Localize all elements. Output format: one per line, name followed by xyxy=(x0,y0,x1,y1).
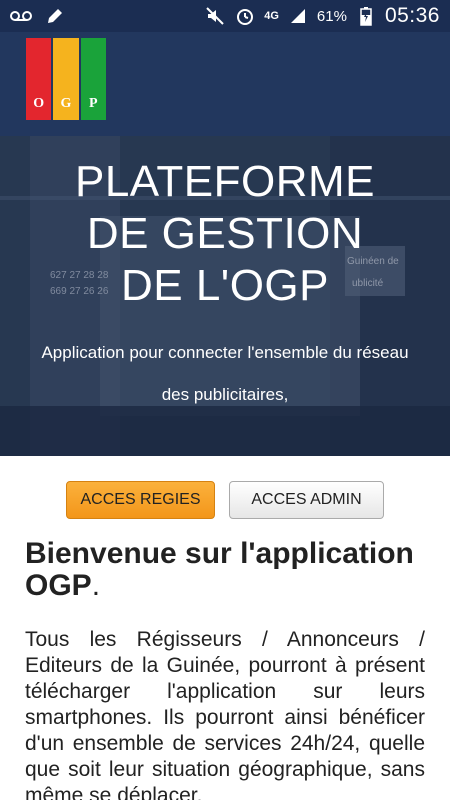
mute-icon xyxy=(204,5,226,27)
logo-letter-p: P xyxy=(89,96,98,111)
welcome-heading-text: Bienvenue sur l'application OGP xyxy=(25,537,414,602)
intro-paragraph: Tous les Régisseurs / Annonceurs / Edite… xyxy=(25,628,425,800)
alarm-icon xyxy=(234,5,256,27)
access-buttons: ACCES REGIES ACCES ADMIN xyxy=(0,481,450,519)
logo-letter-o: O xyxy=(33,96,45,111)
hero-title-line-2: DE GESTION xyxy=(86,209,364,258)
logo-bar-yellow: G xyxy=(53,38,79,120)
network-type: 4G xyxy=(264,10,279,22)
pencil-icon xyxy=(44,5,66,27)
logo-letter-g: G xyxy=(60,96,72,111)
logo-bar-red: O xyxy=(26,38,52,120)
battery-percent: 61% xyxy=(316,7,347,25)
clock: 05:36 xyxy=(384,4,440,27)
battery-charging-icon xyxy=(355,5,377,27)
signal-icon xyxy=(287,5,309,27)
hero-subtitle: Application pour connecter l'ensemble du… xyxy=(0,332,450,416)
hero-title-line-3: DE L'OGP xyxy=(120,261,329,310)
hero-subtitle-line-1: Application pour connecter l'ensemble du… xyxy=(41,343,409,362)
voicemail-icon xyxy=(10,5,32,27)
app-bar: O G P xyxy=(0,32,450,136)
hero-banner: 627 27 28 28 669 27 26 26 Guinéen de ubl… xyxy=(0,136,450,456)
hero-title: PLATEFORME DE GESTION DE L'OGP xyxy=(0,156,450,312)
hero-title-line-1: PLATEFORME xyxy=(74,157,375,206)
acces-regies-button[interactable]: ACCES REGIES xyxy=(66,481,215,519)
welcome-heading: Bienvenue sur l'application OGP. xyxy=(25,538,425,602)
logo-bar-green: P xyxy=(80,38,106,120)
status-bar: 4G 61% 05:36 xyxy=(0,0,450,32)
welcome-heading-period: . xyxy=(91,569,101,602)
acces-admin-button[interactable]: ACCES ADMIN xyxy=(229,481,384,519)
hero-subtitle-line-2: des publicitaires, xyxy=(161,385,289,404)
ogp-logo[interactable]: O G P xyxy=(26,38,106,120)
